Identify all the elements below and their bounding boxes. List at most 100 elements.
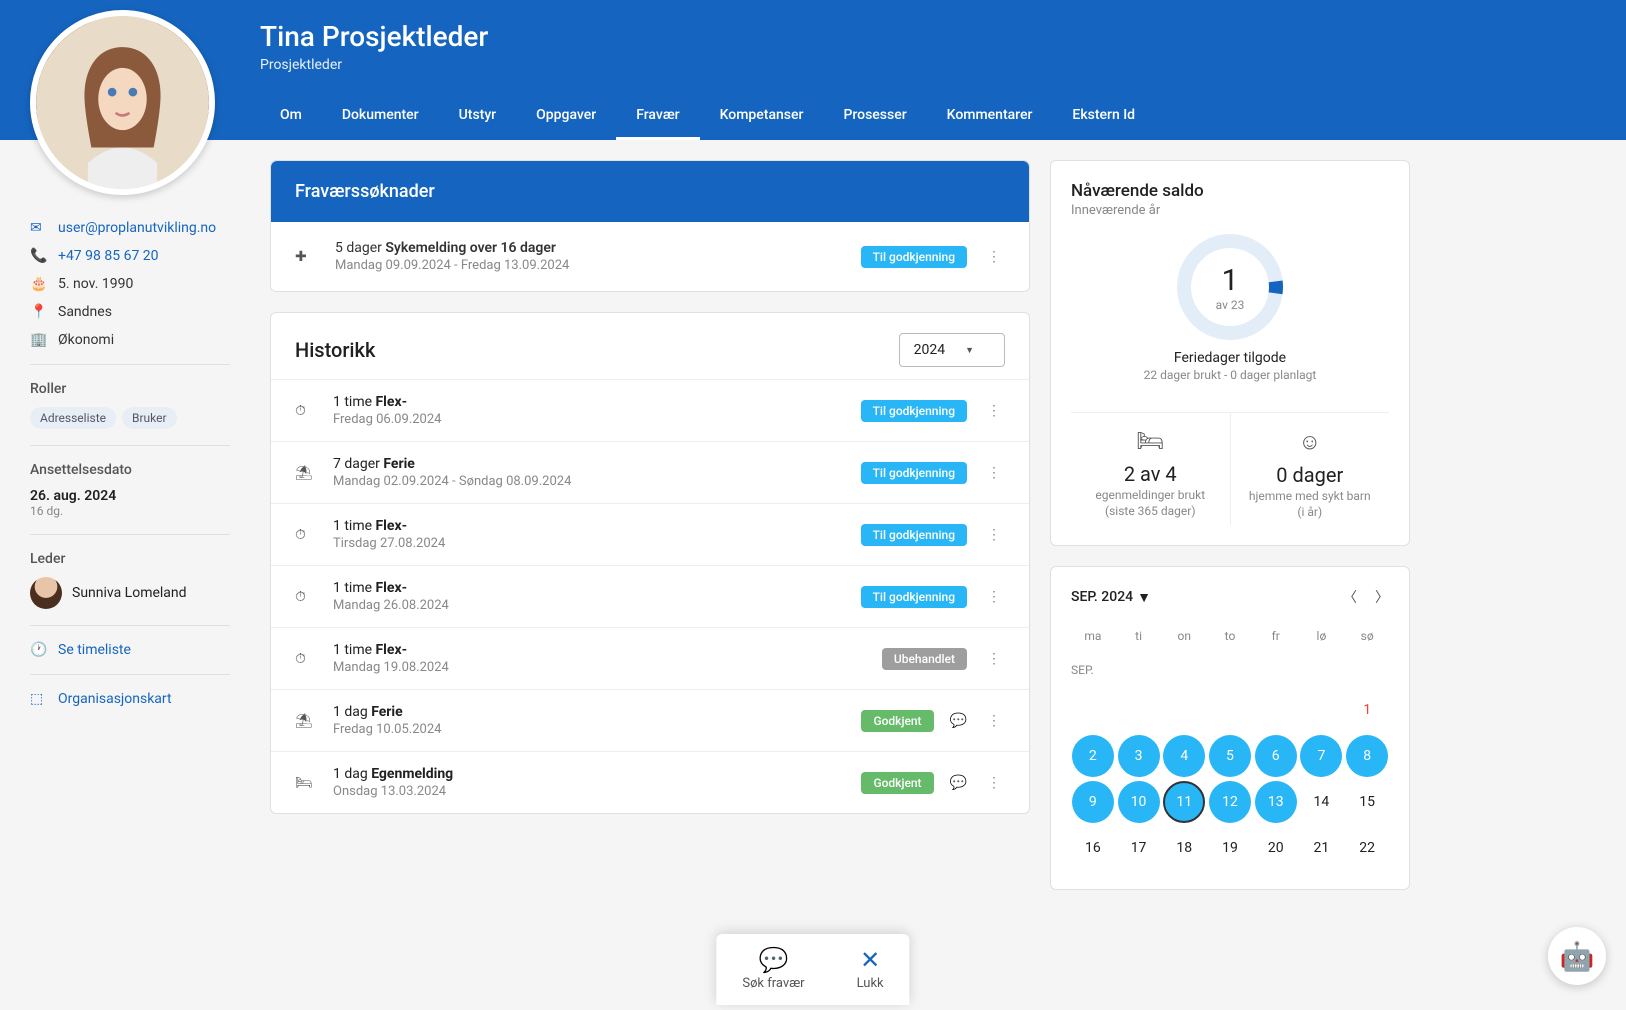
leader-row[interactable]: Sunniva Lomeland [30,577,230,609]
close-button[interactable]: ✕ Lukk [831,934,910,1005]
history-dates: Tirsdag 27.08.2024 [333,536,845,551]
tab-om[interactable]: Om [260,93,322,140]
history-row[interactable]: ⏱ 1 time Flex- Mandag 19.08.2024 Ubehand… [271,627,1029,689]
donut-total: av 23 [1216,298,1245,312]
birthdate-row: 🎂5. nov. 1990 [30,276,230,292]
bandage-icon: ✚ [295,249,319,265]
calendar-day[interactable]: 7 [1300,735,1342,777]
timesheet-label: Se timeliste [58,642,131,658]
calendar-day[interactable]: 8 [1346,735,1388,777]
comment-icon[interactable]: 💬 [950,713,967,729]
vacation-label: Feriedager tilgode [1174,350,1286,366]
calendar-day[interactable]: 1 [1346,689,1388,731]
tab-dokumenter[interactable]: Dokumenter [322,93,439,140]
more-menu[interactable]: ⋮ [983,245,1005,269]
request-absence-button[interactable]: 💬 Søk fravær [716,934,830,1005]
calendar-day[interactable]: 9 [1072,781,1114,823]
more-menu[interactable]: ⋮ [983,585,1005,609]
calendar-day[interactable]: 21 [1300,827,1342,869]
calendar-prev[interactable]: 〈 [1343,587,1357,607]
calendar-day[interactable]: 10 [1118,781,1160,823]
email-row[interactable]: ✉user@proplanutvikling.no [30,220,230,236]
year-select[interactable]: 2024 [899,333,1005,367]
status-badge: Til godkjenning [861,246,967,268]
calendar-day[interactable]: 16 [1072,827,1114,869]
history-dates: Fredag 10.05.2024 [333,722,845,737]
more-menu[interactable]: ⋮ [983,399,1005,423]
tab-ekstern id[interactable]: Ekstern Id [1052,93,1155,140]
calendar-day[interactable]: 12 [1209,781,1251,823]
orgchart-link[interactable]: ⬚Organisasjonskart [30,691,230,707]
chatbot-fab[interactable]: 🤖 [1548,927,1606,985]
birthdate-value: 5. nov. 1990 [58,276,133,292]
request-row[interactable]: ✚ 5 dager Sykemelding over 16 dager Mand… [271,222,1029,291]
more-menu[interactable]: ⋮ [983,771,1005,795]
timesheet-link[interactable]: 🕐 Se timeliste [30,642,230,658]
email-value: user@proplanutvikling.no [58,220,216,236]
leader-name: Sunniva Lomeland [72,585,187,601]
more-menu[interactable]: ⋮ [983,461,1005,485]
more-menu[interactable]: ⋮ [983,523,1005,547]
status-badge: Til godkjenning [861,586,967,608]
tab-utstyr[interactable]: Utstyr [439,93,517,140]
calendar-day[interactable]: 11 [1163,781,1205,823]
tab-kommentarer[interactable]: Kommentarer [927,93,1053,140]
calendar-day[interactable]: 6 [1255,735,1297,777]
calendar-day[interactable]: 3 [1118,735,1160,777]
calendar-day[interactable]: 17 [1118,827,1160,869]
calendar-day[interactable]: 5 [1209,735,1251,777]
calendar-day[interactable]: 4 [1163,735,1205,777]
clock-icon: 🕐 [30,642,48,658]
history-row[interactable]: 🛏 1 dag Egenmelding Onsdag 13.03.2024 Go… [271,751,1029,813]
history-row[interactable]: ⏱ 1 time Flex- Fredag 06.09.2024 Til god… [271,379,1029,441]
calendar-dow: to [1208,623,1252,655]
status-badge: Til godkjenning [861,400,967,422]
calendar-day[interactable]: 22 [1346,827,1388,869]
calendar-day[interactable]: 15 [1346,781,1388,823]
sick-child-value: 0 dager [1239,463,1382,487]
more-menu[interactable]: ⋮ [983,647,1005,671]
history-row[interactable]: ⛱ 1 dag Ferie Fredag 10.05.2024 Godkjent… [271,689,1029,751]
close-label: Lukk [857,976,884,991]
status-badge: Til godkjenning [861,524,967,546]
calendar-day[interactable]: 14 [1300,781,1342,823]
comment-icon[interactable]: 💬 [950,775,967,791]
location-row: 📍Sandnes [30,304,230,320]
calendar-day[interactable]: 18 [1163,827,1205,869]
history-title-text: 1 time Flex- [333,394,845,410]
calendar-next[interactable]: 〉 [1375,587,1389,607]
tab-kompetanser[interactable]: Kompetanser [700,93,824,140]
calendar-dow: ma [1071,623,1115,655]
role-chip[interactable]: Bruker [122,407,177,429]
tab-oppgaver[interactable]: Oppgaver [516,93,616,140]
more-menu[interactable]: ⋮ [983,709,1005,733]
calendar-month-label: SEP. 2024 [1071,589,1133,605]
vacation-sub: 22 dager brukt - 0 dager planlagt [1144,368,1317,382]
request-title: 5 dager Sykemelding over 16 dager [335,240,845,256]
calendar-day[interactable]: 19 [1209,827,1251,869]
tab-fravær[interactable]: Fravær [616,93,699,140]
history-title-text: 1 dag Ferie [333,704,845,720]
location-icon: 📍 [30,304,48,320]
calendar-month-select[interactable]: SEP. 2024 ▼ [1071,589,1151,606]
calendar-day[interactable]: 20 [1255,827,1297,869]
history-row[interactable]: ⏱ 1 time Flex- Mandag 26.08.2024 Til god… [271,565,1029,627]
history-row[interactable]: ⏱ 1 time Flex- Tirsdag 27.08.2024 Til go… [271,503,1029,565]
donut-value: 1 [1222,263,1239,298]
role-chip[interactable]: Adresseliste [30,407,116,429]
roles-label: Roller [30,381,230,397]
calendar-dow: lø [1300,623,1344,655]
history-row[interactable]: ⛱ 7 dager Ferie Mandag 02.09.2024 - Sønd… [271,441,1029,503]
calendar-day[interactable]: 2 [1072,735,1114,777]
bed-icon: 🛏 [295,775,317,791]
saldo-donut: 1 av 23 [1175,232,1285,342]
calendar-dow: sø [1345,623,1389,655]
tab-prosesser[interactable]: Prosesser [823,93,926,140]
calendar-day [1163,689,1205,731]
profile-avatar[interactable] [30,10,215,195]
calendar-day[interactable]: 13 [1255,781,1297,823]
history-title: Historikk [295,338,375,362]
requests-card: Fraværssøknader ✚ 5 dager Sykemelding ov… [270,160,1030,292]
phone-row[interactable]: 📞+47 98 85 67 20 [30,248,230,264]
calendar-day [1209,689,1251,731]
